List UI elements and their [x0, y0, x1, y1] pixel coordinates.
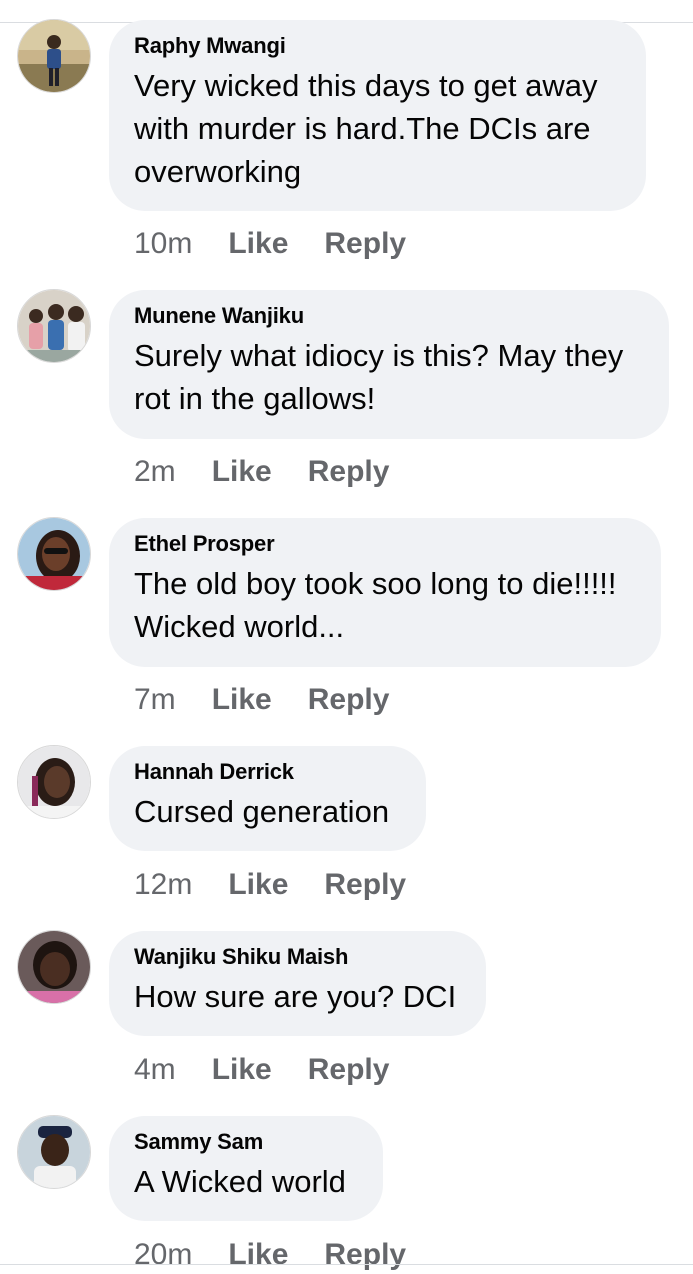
like-button[interactable]: Like: [228, 1238, 288, 1272]
comment-bubble: Sammy Sam A Wicked world: [109, 1116, 383, 1221]
comment-actions: 10m Like Reply: [134, 227, 406, 261]
comment-actions: 4m Like Reply: [134, 1053, 389, 1087]
comment-author[interactable]: Munene Wanjiku: [134, 302, 644, 330]
reply-button[interactable]: Reply: [324, 868, 406, 902]
profile-photo-icon: [18, 931, 90, 1003]
comment-author[interactable]: Wanjiku Shiku Maish: [134, 943, 461, 971]
comment-actions: 2m Like Reply: [134, 455, 389, 489]
comment-timestamp[interactable]: 2m: [134, 455, 176, 489]
comment-author[interactable]: Ethel Prosper: [134, 530, 636, 558]
like-button[interactable]: Like: [212, 1053, 272, 1087]
comment-text: Cursed generation: [134, 794, 390, 829]
profile-photo-icon: [18, 1116, 90, 1188]
comment-bubble: Munene Wanjiku Surely what idiocy is thi…: [109, 290, 669, 439]
comment-bubble: Ethel Prosper The old boy took soo long …: [109, 518, 661, 667]
comment-timestamp[interactable]: 7m: [134, 683, 176, 717]
avatar[interactable]: [17, 1115, 91, 1189]
comment-text: A Wicked world: [134, 1164, 346, 1199]
comment-timestamp[interactable]: 4m: [134, 1053, 176, 1087]
comment-timestamp[interactable]: 20m: [134, 1238, 192, 1272]
like-button[interactable]: Like: [212, 683, 272, 717]
comment-text: Surely what idiocy is this? May they rot…: [134, 338, 624, 416]
profile-photo-icon: [18, 290, 90, 362]
comment-actions: 7m Like Reply: [134, 683, 389, 717]
profile-photo-icon: [18, 518, 90, 590]
like-button[interactable]: Like: [212, 455, 272, 489]
comment-text: How sure are you? DCI: [134, 979, 457, 1014]
comment-text: The old boy took soo long to die!!!!! Wi…: [134, 566, 617, 644]
reply-button[interactable]: Reply: [308, 455, 390, 489]
comment-actions: 20m Like Reply: [134, 1238, 406, 1272]
comment-timestamp[interactable]: 10m: [134, 227, 192, 261]
comment-actions: 12m Like Reply: [134, 868, 406, 902]
comment-author[interactable]: Raphy Mwangi: [134, 32, 621, 60]
reply-button[interactable]: Reply: [308, 1053, 390, 1087]
like-button[interactable]: Like: [228, 227, 288, 261]
reply-button[interactable]: Reply: [324, 1238, 406, 1272]
comment-bubble: Hannah Derrick Cursed generation: [109, 746, 426, 851]
reply-button[interactable]: Reply: [308, 683, 390, 717]
comment-text: Very wicked this days to get away with m…: [134, 68, 598, 189]
avatar[interactable]: [17, 517, 91, 591]
comment-author[interactable]: Sammy Sam: [134, 1128, 358, 1156]
avatar[interactable]: [17, 289, 91, 363]
comment-bubble: Raphy Mwangi Very wicked this days to ge…: [109, 20, 646, 211]
avatar[interactable]: [17, 745, 91, 819]
reply-button[interactable]: Reply: [324, 227, 406, 261]
comment-timestamp[interactable]: 12m: [134, 868, 192, 902]
comment-bubble: Wanjiku Shiku Maish How sure are you? DC…: [109, 931, 486, 1036]
bottom-divider: [0, 1264, 693, 1265]
like-button[interactable]: Like: [228, 868, 288, 902]
comment-author[interactable]: Hannah Derrick: [134, 758, 401, 786]
profile-photo-icon: [18, 20, 90, 92]
avatar[interactable]: [17, 930, 91, 1004]
profile-photo-icon: [18, 746, 90, 818]
avatar[interactable]: [17, 19, 91, 93]
